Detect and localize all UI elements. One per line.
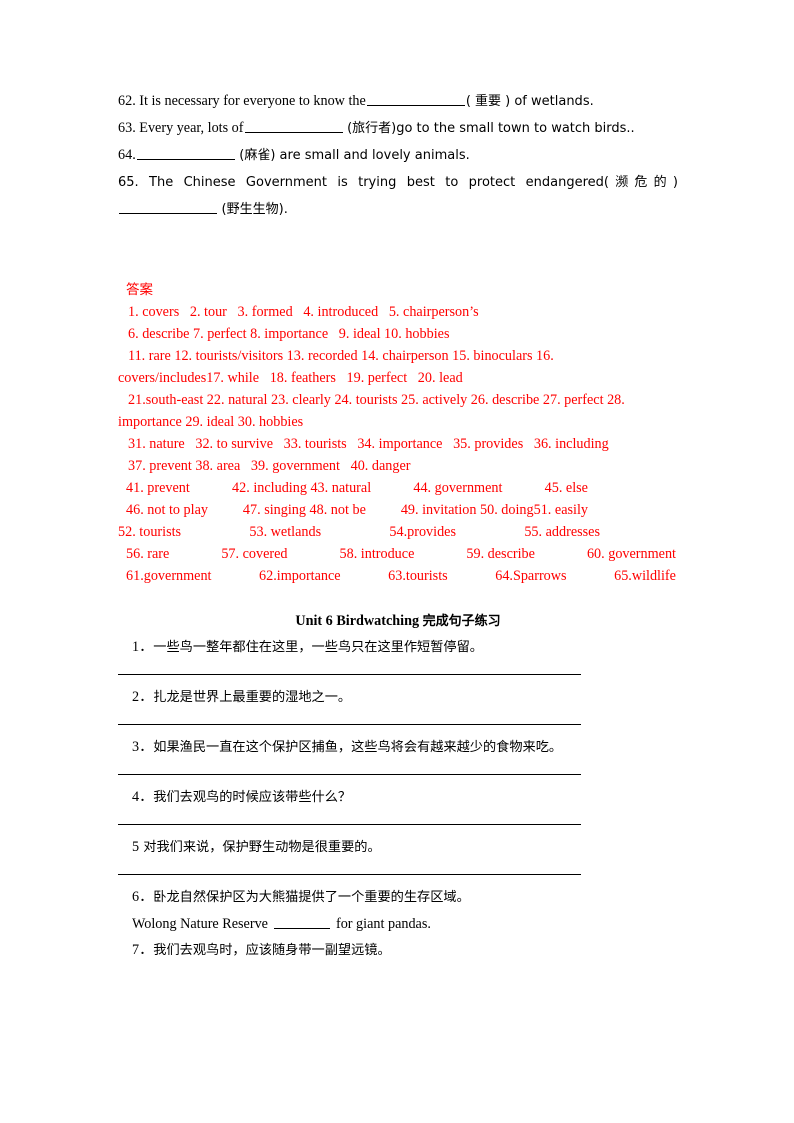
answer-write-rule[interactable] <box>118 824 581 825</box>
answer-cell: 44. government <box>413 480 503 496</box>
answer-row: 52. tourists 53. wetlands 54.provides 55… <box>118 521 678 543</box>
question-63: 63. Every year, lots of (旅行者)go to the s… <box>118 115 678 142</box>
exercise-item-6: 6．卧龙自然保护区为大熊猫提供了一个重要的生存区域。 <box>118 884 678 911</box>
question-62-text-after: ( 重要 ) of wetlands. <box>465 94 594 109</box>
answer-row: 56. rare 57. covered 58. introduce 59. d… <box>118 543 678 565</box>
answer-row: 11. rare 12. tourists/visitors 13. recor… <box>128 348 554 364</box>
question-65-text-before: 65. The Chinese Government is trying bes… <box>118 175 678 190</box>
answer-write-rule[interactable] <box>118 674 581 675</box>
exercise-6-prefix: Wolong Nature Reserve <box>132 916 268 932</box>
exercise-text: 卧龙自然保护区为大熊猫提供了一个重要的生存区域。 <box>153 890 470 905</box>
question-65-blank[interactable] <box>119 200 217 214</box>
exercise-6-suffix: for giant pandas. <box>335 916 431 932</box>
answer-cell: 62.importance <box>259 568 341 584</box>
exercise-number: 7． <box>132 942 154 958</box>
unit6-title: Unit 6 Birdwatching 完成句子练习 <box>118 609 678 634</box>
answer-cell: 49. invitation 50. doing51. easily <box>400 502 588 518</box>
answer-cell: 47. singing 48. not be <box>242 502 366 518</box>
exercise-number: 1． <box>132 639 154 655</box>
answer-write-rule[interactable] <box>118 874 581 875</box>
answer-row: 21.south-east 22. natural 23. clearly 24… <box>128 392 625 408</box>
question-63-blank[interactable] <box>244 119 343 133</box>
answer-cell: 61.government <box>126 568 212 584</box>
answer-cell: 54.provides <box>389 524 457 540</box>
answer-key-section: 答案 1. covers 2. tour 3. formed 4. introd… <box>118 279 678 587</box>
unit6-section: Unit 6 Birdwatching 完成句子练习 1．一些鸟一整年都住在这里… <box>118 609 678 964</box>
answer-cell: 45. else <box>544 480 588 496</box>
exercise-number: 4． <box>132 789 154 805</box>
question-64-blank[interactable] <box>136 146 235 160</box>
answer-row: 61.government 62.importance 63.tourists … <box>118 565 678 587</box>
answer-row: 46. not to play 47. singing 48. not be 4… <box>118 499 678 521</box>
exercise-6-blank[interactable] <box>273 916 330 929</box>
exercise-text: 对我们来说，保护野生动物是很重要的。 <box>139 840 381 855</box>
answer-write-rule[interactable] <box>118 724 581 725</box>
exercise-item-5: 5 对我们来说，保护野生动物是很重要的。 <box>118 834 678 861</box>
question-65-text-after: (野生生物). <box>221 202 288 217</box>
answer-write-rule[interactable] <box>118 774 581 775</box>
exercise-item-1: 1．一些鸟一整年都住在这里，一些鸟只在这里作短暂停留。 <box>118 634 678 661</box>
question-64-text-before: 64. <box>118 147 136 163</box>
answer-cell: 63.tourists <box>388 568 448 584</box>
answer-row: 41. prevent 42. including 43. natural 44… <box>118 477 678 499</box>
question-65: 65. The Chinese Government is trying bes… <box>118 169 678 223</box>
exercise-text: 我们去观鸟时，应该随身带一副望远镜。 <box>153 943 391 958</box>
exercise-number: 3． <box>132 739 154 755</box>
answer-row: 37. prevent 38. area 39. government 40. … <box>128 458 411 474</box>
document-page: 62. It is necessary for everyone to know… <box>118 0 678 1123</box>
exercise-item-4: 4．我们去观鸟的时候应该带些什么？ <box>118 784 678 811</box>
answer-row: importance 29. ideal 30. hobbies <box>118 414 304 430</box>
answer-cell: 53. wetlands <box>249 524 322 540</box>
answer-row: covers/includes17. while 18. feathers 19… <box>118 370 463 386</box>
answer-cell: 60. government <box>586 546 676 562</box>
question-62-blank[interactable] <box>366 92 465 106</box>
exercise-text: 我们去观鸟的时候应该带些什么？ <box>153 790 352 805</box>
question-64-text-after: (麻雀) are small and lovely animals. <box>239 148 470 163</box>
answer-key-heading: 答案 <box>126 282 153 298</box>
exercise-text: 一些鸟一整年都住在这里，一些鸟只在这里作短暂停留。 <box>153 640 483 655</box>
answer-row: 1. covers 2. tour 3. formed 4. introduce… <box>128 304 479 320</box>
answer-cell: 57. covered <box>221 546 288 562</box>
answer-cell: 65.wildlife <box>614 568 676 584</box>
question-62-text-before: 62. It is necessary for everyone to know… <box>118 93 366 109</box>
exercise-number: 2． <box>132 689 154 705</box>
question-63-text-after: (旅行者)go to the small town to watch birds… <box>347 121 635 136</box>
exercise-item-7: 7．我们去观鸟时，应该随身带一副望远镜。 <box>118 937 678 964</box>
exercise-text: 如果渔民一直在这个保护区捕鱼，这些鸟将会有越来越少的食物来吃。 <box>153 740 563 755</box>
question-62: 62. It is necessary for everyone to know… <box>118 88 678 115</box>
answer-cell: 56. rare <box>126 546 170 562</box>
unit6-title-chinese: 完成句子练习 <box>422 614 501 629</box>
question-64: 64. (麻雀) are small and lovely animals. <box>118 142 678 169</box>
unit6-title-english: Unit 6 Birdwatching <box>295 613 423 629</box>
answer-cell: 58. introduce <box>339 546 415 562</box>
fill-in-questions-block: 62. It is necessary for everyone to know… <box>118 0 678 223</box>
exercise-text: 扎龙是世界上最重要的湿地之一。 <box>153 690 352 705</box>
answer-cell: 55. addresses <box>524 524 600 540</box>
exercise-item-2: 2．扎龙是世界上最重要的湿地之一。 <box>118 684 678 711</box>
question-63-text-before: 63. Every year, lots of <box>118 120 244 136</box>
answer-cell: 64.Sparrows <box>495 568 567 584</box>
answer-row: 6. describe 7. perfect 8. importance 9. … <box>128 326 450 342</box>
answer-cell: 52. tourists <box>118 524 182 540</box>
exercise-item-3: 3．如果渔民一直在这个保护区捕鱼，这些鸟将会有越来越少的食物来吃。 <box>118 734 678 761</box>
answer-row: 31. nature 32. to survive 33. tourists 3… <box>128 436 609 452</box>
exercise-item-6-answer-line: Wolong Nature Reserve for giant pandas. <box>118 911 678 937</box>
exercise-number: 6． <box>132 889 154 905</box>
answer-cell: 41. prevent <box>126 480 190 496</box>
answer-cell: 42. including 43. natural <box>232 480 372 496</box>
answer-cell: 46. not to play <box>126 502 208 518</box>
answer-cell: 59. describe <box>466 546 535 562</box>
